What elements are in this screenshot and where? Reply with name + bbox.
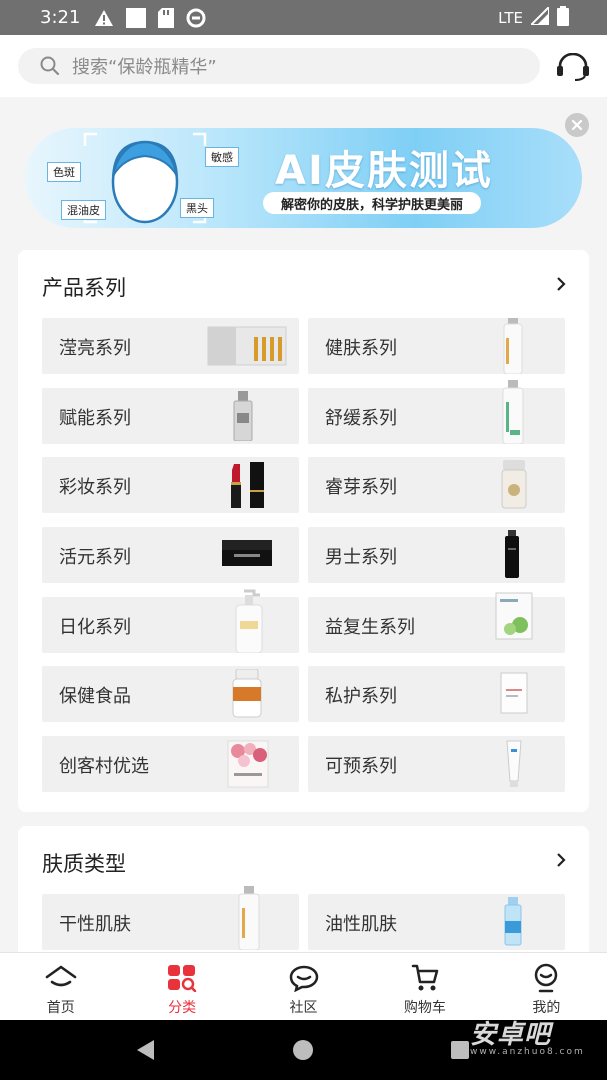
watermark-text: 安卓吧 [470, 1020, 552, 1050]
lipstick-image [231, 462, 264, 508]
signal-icon [528, 4, 550, 29]
pump-bottle-image [235, 589, 263, 653]
series-item[interactable]: 彩妆系列 [42, 457, 299, 513]
search-placeholder: 搜索“保龄瓶精华” [72, 57, 217, 78]
black-jar-image [222, 540, 272, 566]
profile-icon [530, 963, 562, 993]
blue-bottle-image [504, 897, 522, 946]
tag-sensitive: 敏感 [205, 147, 239, 167]
recents-icon[interactable] [450, 1040, 470, 1060]
skin-type-item[interactable]: 油性肌肤 [308, 894, 565, 950]
ai-skin-test-banner[interactable]: 色斑 敏感 混油皮 黑头 AI皮肤测试 解密你的皮肤，科学护肤更美丽 [25, 128, 582, 228]
community-icon [288, 963, 320, 993]
series-label: 赋能系列 [59, 408, 131, 429]
series-label: 私护系列 [325, 686, 397, 707]
chevron-right-icon[interactable] [555, 852, 567, 872]
nav-profile[interactable]: 我的 [486, 953, 607, 1020]
black-bottle-image [505, 530, 519, 578]
skin-type-label: 干性肌肤 [59, 914, 131, 935]
series-label: 滢亮系列 [59, 338, 131, 359]
search-icon [40, 56, 60, 76]
spray-bottle-image [503, 318, 523, 374]
skin-types-card: 肤质类型 干性肌肤 油性肌肤 [18, 826, 589, 952]
spray-bottle-image [238, 886, 260, 950]
cart-icon [409, 963, 441, 993]
nav-home[interactable]: 首页 [0, 953, 121, 1020]
series-item[interactable]: 滢亮系列 [42, 318, 299, 374]
warning-icon [94, 9, 114, 27]
close-banner-button[interactable] [565, 113, 589, 137]
nav-cart[interactable]: 购物车 [364, 953, 485, 1020]
back-icon[interactable] [134, 1038, 156, 1062]
nav-category[interactable]: 分类 [121, 953, 242, 1020]
series-item[interactable]: 活元系列 [42, 527, 299, 583]
square-notification-icon [126, 7, 147, 28]
network-type: LTE [498, 8, 523, 27]
series-item[interactable]: 男士系列 [308, 527, 565, 583]
search-bar[interactable]: 搜索“保龄瓶精华” [18, 48, 540, 84]
serum-bottle-image [233, 391, 253, 441]
nav-label: 购物车 [403, 1000, 446, 1016]
section-title: 肤质类型 [42, 852, 126, 876]
tag-combination-skin: 混油皮 [61, 200, 106, 220]
sync-icon [186, 8, 206, 28]
series-item[interactable]: 健肤系列 [308, 318, 565, 374]
battery-icon [557, 5, 569, 30]
series-label: 益复生系列 [325, 617, 415, 638]
series-item[interactable]: 日化系列 [42, 589, 299, 653]
series-item[interactable]: 创客村优选 [42, 736, 299, 792]
tag-blackhead: 黑头 [180, 198, 214, 218]
nav-label: 社区 [289, 1000, 318, 1016]
series-label: 男士系列 [325, 547, 397, 568]
category-icon [166, 963, 198, 993]
series-label: 创客村优选 [59, 756, 149, 777]
close-icon [571, 119, 583, 131]
banner-subtitle: 解密你的皮肤，科学护肤更美丽 [263, 192, 482, 214]
product-series-card: 产品系列 滢亮系列 健肤系列 赋能系列 舒缓系列 彩妆系列 睿芽系列 活元系列 … [18, 250, 589, 812]
product-box-image [495, 592, 533, 640]
watermark-logo: 安卓吧 www.anzhuo8.com [470, 1014, 585, 1057]
series-label: 舒缓系列 [325, 408, 397, 429]
skin-type-label: 油性肌肤 [325, 914, 397, 935]
bottom-navigation: 首页 分类 社区 购物车 我的 [0, 952, 607, 1020]
series-label: 彩妆系列 [59, 477, 131, 498]
series-item[interactable]: 舒缓系列 [308, 380, 565, 444]
series-label: 日化系列 [59, 617, 131, 638]
chevron-right-icon[interactable] [555, 276, 567, 296]
customer-service-icon[interactable] [555, 52, 591, 81]
series-item[interactable]: 保健食品 [42, 666, 299, 722]
cream-jar-image [501, 460, 527, 509]
series-item[interactable]: 私护系列 [308, 666, 565, 722]
flower-box-image [227, 740, 269, 788]
search-header: 搜索“保龄瓶精华” [0, 35, 607, 97]
watermark-url: www.anzhuo8.com [470, 1047, 585, 1057]
series-label: 健肤系列 [325, 338, 397, 359]
sd-card-icon [158, 7, 175, 28]
banner-title: AI皮肤测试 [275, 148, 493, 194]
series-label: 睿芽系列 [325, 477, 397, 498]
home-circle-icon[interactable] [292, 1039, 314, 1061]
series-label: 活元系列 [59, 547, 131, 568]
series-item[interactable]: 可预系列 [308, 736, 565, 792]
status-time: 3:21 [40, 7, 81, 28]
series-item[interactable]: 赋能系列 [42, 388, 299, 444]
nav-label: 首页 [46, 1000, 75, 1016]
series-label: 保健食品 [59, 686, 131, 707]
skin-type-item[interactable]: 干性肌肤 [42, 886, 299, 950]
status-bar: 3:21 LTE [0, 0, 607, 35]
series-item[interactable]: 益复生系列 [308, 592, 565, 653]
nav-community[interactable]: 社区 [243, 953, 364, 1020]
home-icon [44, 963, 78, 993]
spray-bottle-image [502, 380, 524, 444]
series-item[interactable]: 睿芽系列 [308, 457, 565, 513]
tube-image [506, 740, 522, 787]
white-box-image [500, 672, 528, 714]
tag-spots: 色斑 [47, 162, 81, 182]
supplement-bottle-image [232, 669, 262, 718]
series-label: 可预系列 [325, 756, 397, 777]
ampoule-box-image [207, 326, 287, 366]
nav-label: 分类 [168, 1000, 197, 1016]
section-title: 产品系列 [42, 276, 126, 300]
